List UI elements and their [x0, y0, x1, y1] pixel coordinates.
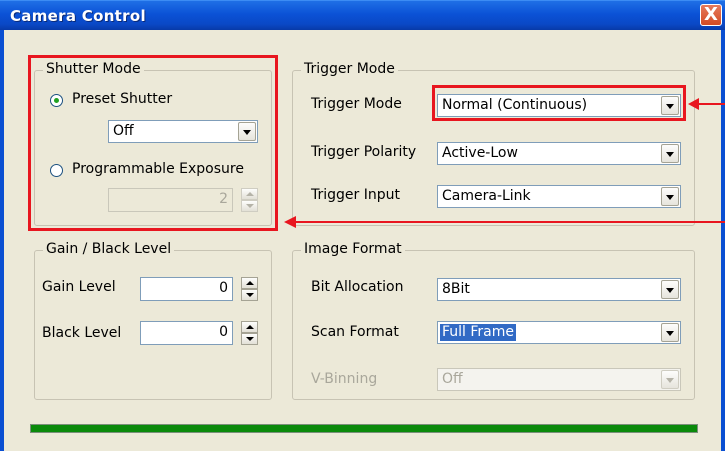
close-icon: X: [704, 4, 718, 25]
trigger-polarity-label: Trigger Polarity: [311, 144, 417, 160]
trigger-mode-label: Trigger Mode: [311, 96, 402, 112]
window-frame-left: [0, 30, 4, 451]
trigger-polarity-select[interactable]: Active-Low: [437, 142, 681, 165]
progress-bar: [30, 424, 698, 433]
trigger-input-label: Trigger Input: [311, 187, 400, 203]
scan-format-label: Scan Format: [311, 324, 399, 340]
spin-up-icon[interactable]: [241, 277, 258, 289]
spin-up-icon[interactable]: [241, 321, 258, 333]
window-title: Camera Control: [10, 7, 146, 25]
trigger-mode-legend: Trigger Mode: [301, 61, 398, 77]
gain-level-value: 0: [219, 280, 228, 296]
gain-level-label: Gain Level: [42, 279, 116, 295]
bit-allocation-label: Bit Allocation: [311, 279, 404, 295]
black-level-input[interactable]: 0: [140, 321, 233, 345]
black-level-spinner[interactable]: [241, 321, 258, 345]
spin-down-icon[interactable]: [241, 333, 258, 345]
bit-allocation-select[interactable]: 8Bit: [437, 278, 681, 301]
image-format-legend: Image Format: [301, 241, 405, 257]
title-bar: Camera Control X: [0, 0, 725, 30]
black-level-label: Black Level: [42, 325, 122, 341]
chevron-down-icon[interactable]: [661, 323, 679, 342]
trigger-input-select[interactable]: Camera-Link: [437, 185, 681, 208]
gain-level-input[interactable]: 0: [140, 277, 233, 301]
bit-allocation-value: 8Bit: [442, 281, 470, 297]
chevron-down-icon[interactable]: [661, 280, 679, 299]
chevron-down-icon[interactable]: [661, 370, 679, 389]
gain-black-legend: Gain / Black Level: [43, 241, 175, 257]
trigger-polarity-value: Active-Low: [442, 145, 518, 161]
shutter-mode-highlight: [28, 55, 278, 231]
v-binning-label: V-Binning: [311, 371, 378, 387]
v-binning-select[interactable]: Off: [437, 368, 681, 391]
trigger-input-value: Camera-Link: [442, 188, 531, 204]
black-level-value: 0: [219, 324, 228, 340]
window-frame-right: [721, 30, 725, 451]
gain-level-spinner[interactable]: [241, 277, 258, 301]
scan-format-value: Full Frame: [440, 324, 517, 341]
trigger-mode-highlight: [432, 85, 686, 121]
spin-down-icon[interactable]: [241, 289, 258, 301]
scan-format-select[interactable]: Full Frame: [437, 321, 681, 344]
v-binning-value: Off: [442, 371, 463, 387]
chevron-down-icon[interactable]: [661, 187, 679, 206]
chevron-down-icon[interactable]: [661, 144, 679, 163]
close-button[interactable]: X: [700, 4, 722, 26]
